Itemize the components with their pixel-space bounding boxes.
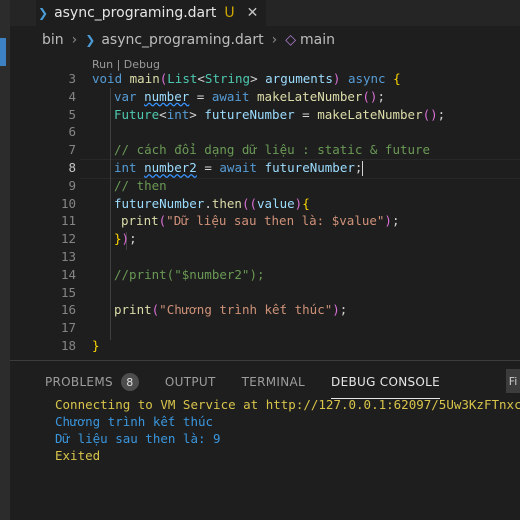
line-number: 13 [60,249,76,264]
explorer-active-indicator[interactable] [0,38,6,66]
tab-output-label: OUTPUT [164,375,216,389]
line-number: 7 [68,142,76,158]
code-editor[interactable]: 3 void main(List<String> arguments) async… [10,70,520,360]
code-text: } [92,338,100,353]
activity-bar [0,0,10,520]
indent-guide [110,88,111,340]
line-number: 15 [60,284,76,300]
problems-count-badge: 8 [120,373,139,391]
code-text: futureNumber.then((value){ [114,195,310,211]
console-line: Chương trình kết thúc [55,414,214,429]
line-number: 12 [60,231,76,247]
console-line: Connecting to VM Service at http://127.0… [55,397,520,412]
dart-file-icon: ❯ [85,33,96,47]
tab-async-programing[interactable]: ❯ async_programing.dart U ✕ [36,0,266,26]
breadcrumb-folder[interactable]: bin [42,32,64,48]
tab-modified-indicator: U [224,5,235,21]
code-text: // cách đổi dạng dữ liệu : static & futu… [114,142,431,158]
line-number: 17 [60,320,76,336]
breadcrumb-file[interactable]: async_programing.dart [101,32,263,48]
code-text: print("Chương trình kết thúc"); [114,302,348,318]
chevron-right-icon: › [271,32,278,48]
line-number: 9 [68,177,76,193]
close-icon[interactable]: ✕ [247,5,259,21]
code-text: var number = await makeLateNumber(); [114,88,385,104]
tab-problems[interactable]: PROBLEMS 8 [45,371,139,393]
tab-debug-console-label: DEBUG CONSOLE [331,375,441,389]
line-number: 18 [60,338,76,353]
tab-terminal[interactable]: TERMINAL [242,371,305,393]
line-number: 14 [60,266,76,282]
text-cursor [362,161,364,176]
tab-output[interactable]: OUTPUT [165,371,216,393]
tab-debug-console[interactable]: DEBUG CONSOLE [331,371,441,399]
method-cube-icon: ◇ [285,32,297,48]
line-number: 16 [60,302,76,318]
console-line: Dữ liệu sau then là: 9 [55,431,221,446]
line-number: 11 [60,213,76,229]
breadcrumb: bin › ❯ async_programing.dart › ◇ main [42,30,335,50]
bottom-panel: PROBLEMS 8 OUTPUT TERMINAL DEBUG CONSOLE… [10,360,520,520]
editor-tab-bar: ❯ async_programing.dart U ✕ [10,0,520,26]
breadcrumb-symbol[interactable]: main [300,32,335,48]
console-filter-input[interactable]: Fi [506,369,520,393]
panel-tabs: PROBLEMS 8 OUTPUT TERMINAL DEBUG CONSOLE [45,371,466,399]
code-text: }); [114,231,137,247]
line-number: 4 [68,88,76,104]
dart-file-icon: ❯ [38,6,49,20]
line-number: 5 [68,106,76,122]
code-text: print("Dữ liệu sau then là: $value"); [121,213,400,229]
tab-file-name: async_programing.dart [54,5,217,21]
tab-terminal-label: TERMINAL [241,375,306,389]
code-text: // then [114,177,167,193]
line-number: 6 [68,124,76,140]
line-number: 10 [60,195,76,211]
chevron-right-icon: › [71,32,78,48]
code-text: void main(List<String> arguments) async … [92,71,401,86]
line-number: 3 [68,71,76,86]
tab-problems-label: PROBLEMS [45,375,113,389]
code-text: Future<int> futureNumber = makeLateNumbe… [114,106,446,122]
line-number: 8 [68,160,76,175]
console-line: Exited [55,448,101,463]
debug-console-output: Connecting to VM Service at http://127.0… [55,396,520,464]
code-text: //print("$number2"); [114,266,265,282]
code-text: int number2 = await futureNumber; [114,160,364,176]
